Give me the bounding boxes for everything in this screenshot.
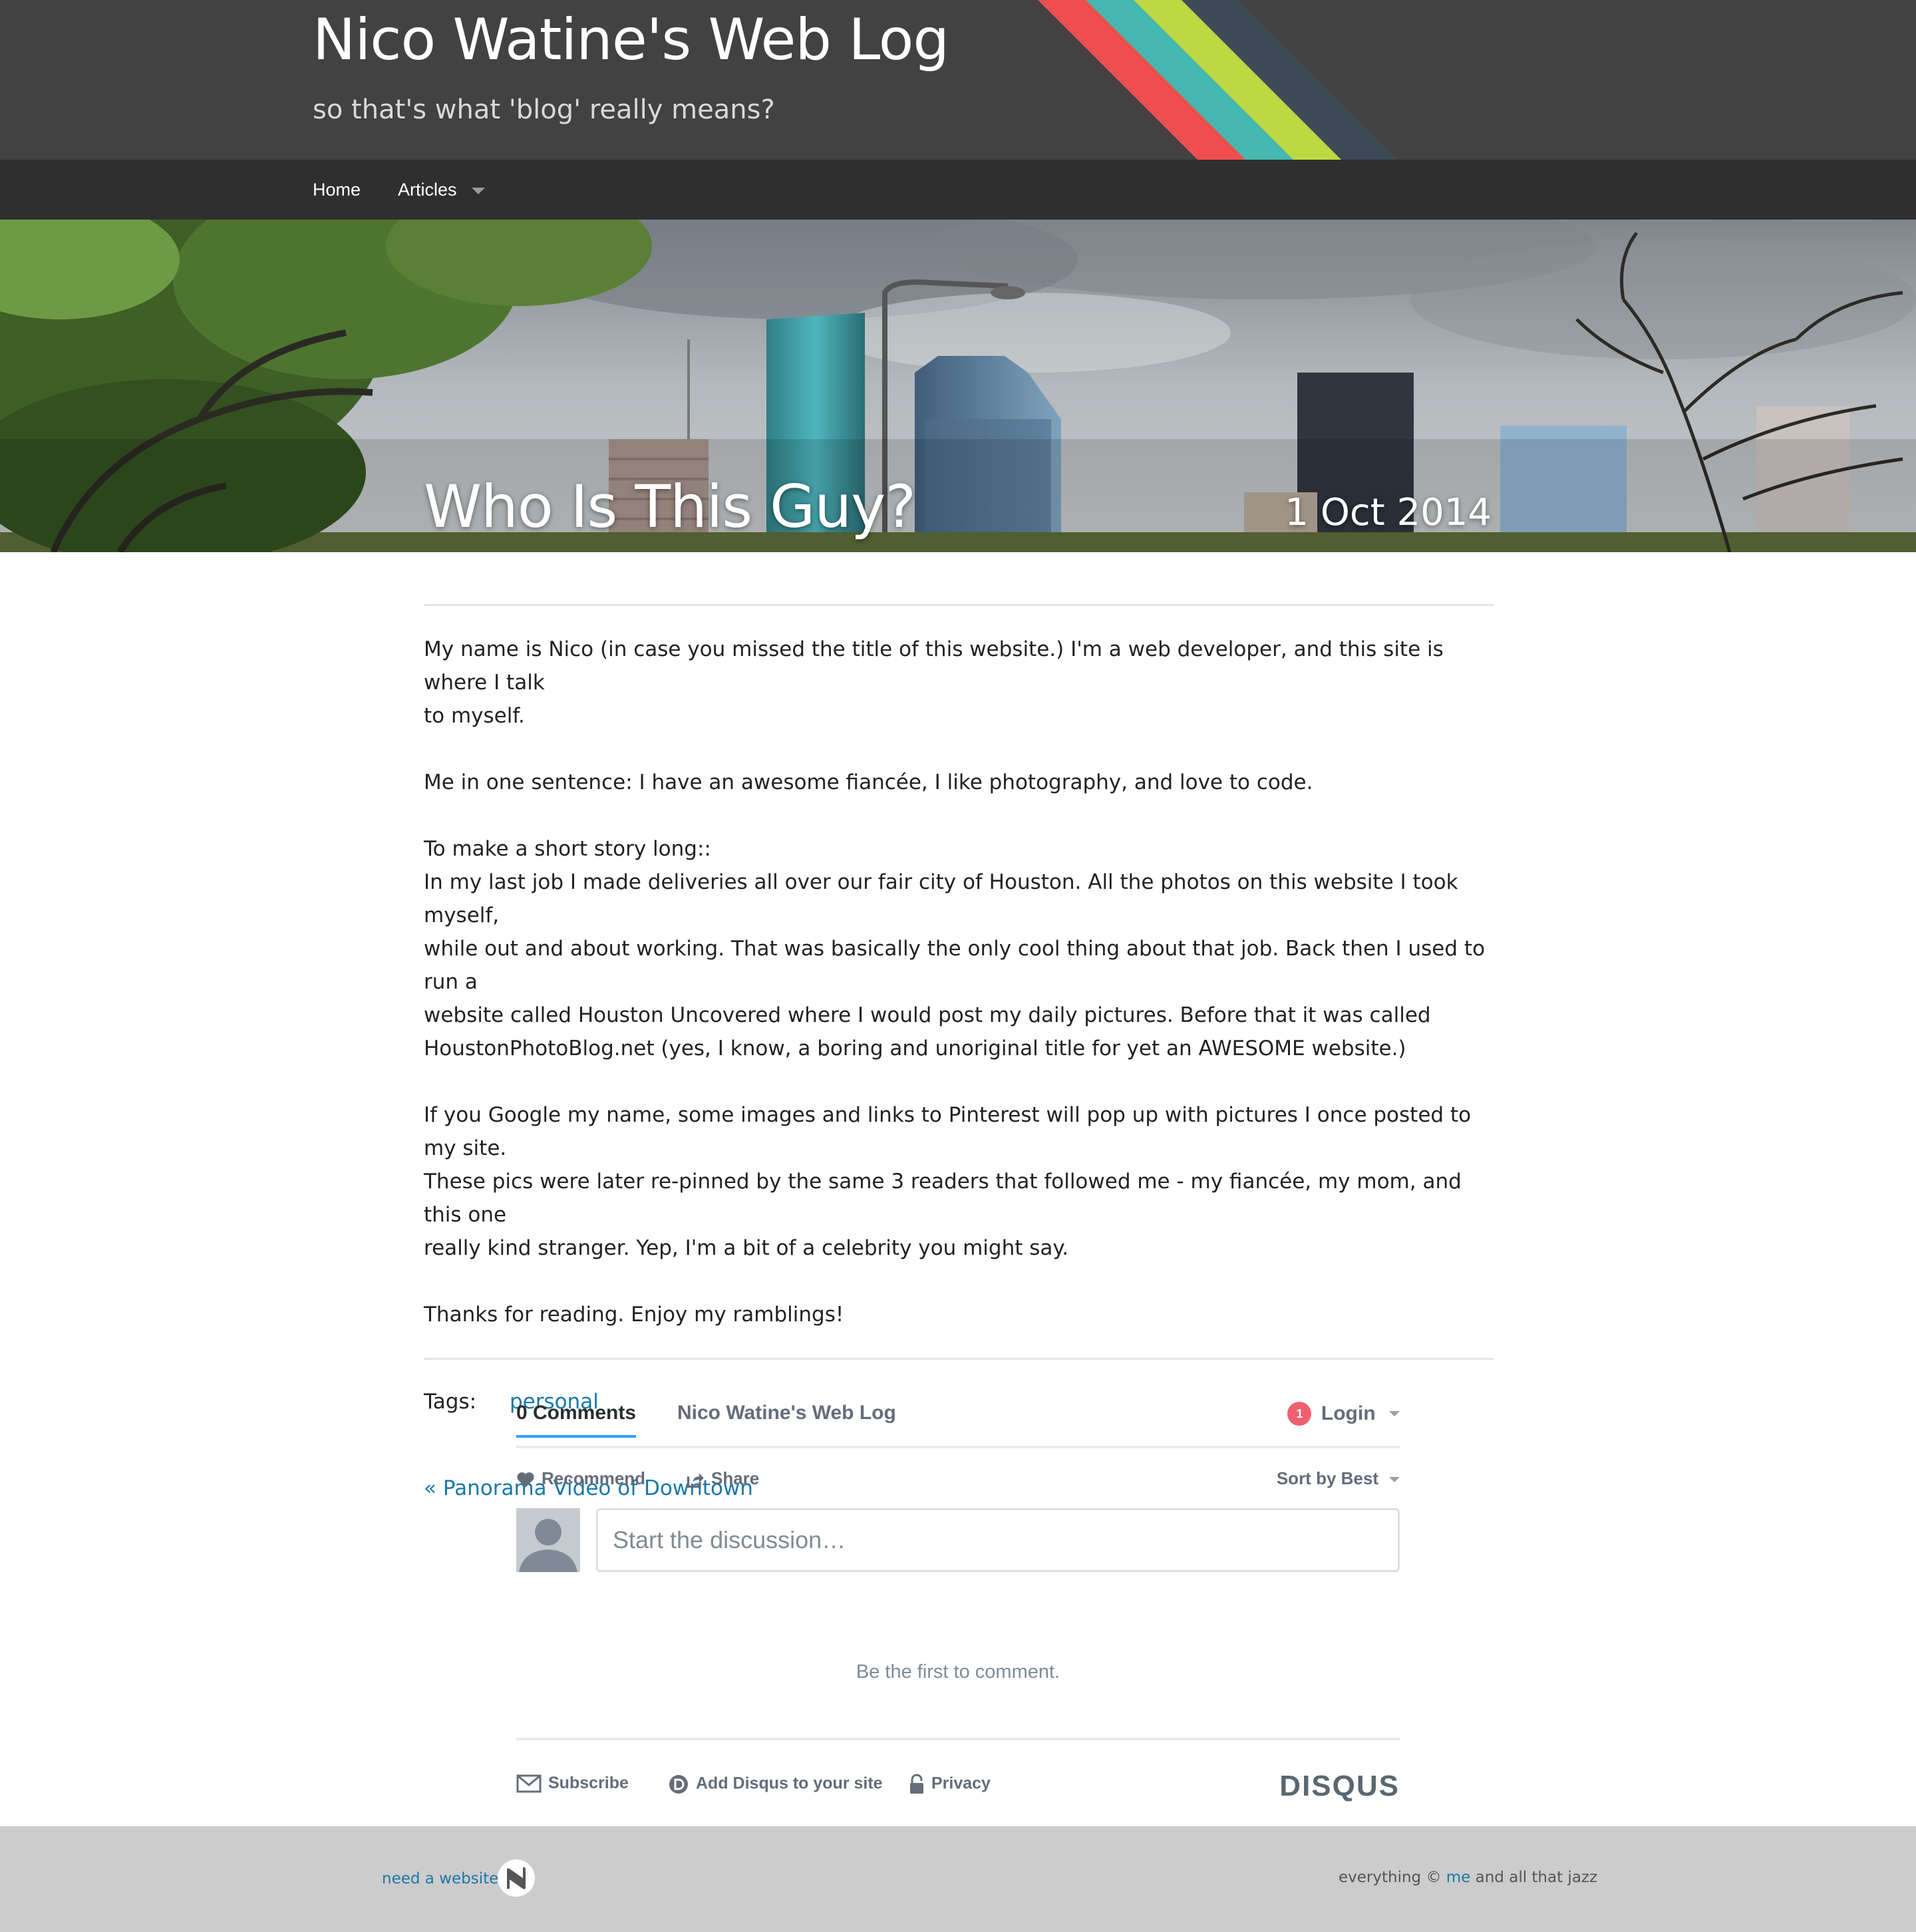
user-silhouette-icon [516, 1508, 580, 1572]
disqus-footer: Subscribe Add Disqus to your site Privac… [516, 1738, 1400, 1803]
nav-home-label: Home [313, 180, 361, 200]
comment-composer [516, 1508, 1400, 1573]
nav-home-link[interactable]: Home [313, 160, 361, 220]
login-label: Login [1321, 1402, 1376, 1424]
paragraph-line: Me in one sentence: I have an awesome fi… [424, 770, 1313, 794]
caret-down-icon [471, 187, 485, 194]
lock-icon [910, 1774, 923, 1794]
avatar [516, 1508, 580, 1572]
login-dropdown[interactable]: 1 Login [1287, 1402, 1400, 1426]
privacy-link[interactable]: Privacy [909, 1774, 991, 1795]
need-website-link[interactable]: need a website? [382, 1870, 507, 1887]
site-header: Nico Watine's Web Log so that's what 'bl… [0, 0, 1916, 160]
disqus-logo[interactable]: DISQUS [1279, 1770, 1400, 1803]
envelope-icon [516, 1774, 542, 1793]
post-hero: Who Is This Guy? 1 Oct 2014 [0, 220, 1916, 552]
paragraph: Me in one sentence: I have an awesome fi… [424, 766, 1494, 799]
paragraph-line: In my last job I made deliveries all ove… [424, 870, 1458, 927]
copyright-text: everything © me and all that jazz [1339, 1869, 1597, 1886]
disqus-comments: 0 Comments Nico Watine's Web Log 1 Login… [516, 1394, 1400, 1803]
paragraph-line: My name is Nico (in case you missed the … [424, 637, 1444, 695]
nav-articles-label: Articles [398, 180, 457, 200]
tab-community[interactable]: Nico Watine's Web Log [677, 1402, 896, 1424]
sort-dropdown[interactable]: Sort by Best [1277, 1468, 1400, 1489]
copyright-me-link[interactable]: me [1446, 1869, 1471, 1886]
caret-down-icon [1389, 1411, 1400, 1416]
privacy-label: Privacy [931, 1774, 991, 1793]
paragraph-line: to myself. [424, 704, 525, 728]
share-icon [687, 1473, 704, 1488]
recommend-label: Recommend [542, 1468, 646, 1488]
comments-actions: Recommend Share Sort by Best [516, 1448, 1400, 1504]
tags-label: Tags: [424, 1390, 477, 1414]
copyright-suffix: and all that jazz [1470, 1869, 1598, 1886]
site-tagline: so that's what 'blog' really means? [313, 94, 775, 125]
site-title[interactable]: Nico Watine's Web Log [313, 7, 949, 73]
paragraph-line: website called Houston Uncovered where I… [424, 1003, 1431, 1027]
houston-skyline-photo [0, 220, 1916, 552]
copyright-prefix: everything © [1339, 1869, 1446, 1886]
nav-articles-dropdown[interactable]: Articles [398, 160, 485, 220]
paragraph-line: really kind stranger. Yep, I'm a bit of … [424, 1236, 1069, 1260]
paragraph: To make a short story long:: In my last … [424, 832, 1494, 1065]
paragraph: My name is Nico (in case you missed the … [424, 633, 1494, 732]
caret-down-icon [1389, 1477, 1400, 1483]
divider [424, 1358, 1494, 1360]
empty-comments-message: Be the first to comment. [856, 1661, 1060, 1683]
subscribe-label: Subscribe [548, 1774, 629, 1792]
add-disqus-label: Add Disqus to your site [696, 1774, 883, 1793]
article-body: My name is Nico (in case you missed the … [424, 606, 1494, 1331]
post-title: Who Is This Guy? [424, 472, 916, 541]
header-stripes-decoration [1038, 0, 1397, 160]
tab-comments[interactable]: 0 Comments [516, 1402, 637, 1438]
page-footer: need a website? everything © me and all … [0, 1826, 1916, 1932]
disqus-d-icon [669, 1775, 688, 1794]
heart-icon [517, 1472, 534, 1488]
designer-logo-icon[interactable] [496, 1858, 536, 1898]
paragraph-line: If you Google my name, some images and l… [424, 1103, 1472, 1160]
add-disqus-link[interactable]: Add Disqus to your site [668, 1774, 883, 1795]
paragraph: If you Google my name, some images and l… [424, 1098, 1494, 1265]
paragraph: Thanks for reading. Enjoy my ramblings! [424, 1298, 1494, 1331]
comments-tab-bar: 0 Comments Nico Watine's Web Log 1 Login [516, 1394, 1400, 1448]
sort-label: Sort by Best [1276, 1468, 1378, 1488]
notification-badge: 1 [1287, 1402, 1312, 1426]
paragraph-line: These pics were later re-pinned by the s… [424, 1170, 1462, 1227]
paragraph-line: To make a short story long:: [424, 837, 711, 861]
post-date: 1 Oct 2014 [1285, 491, 1492, 534]
comment-input[interactable] [596, 1508, 1400, 1572]
main-nav: Home Articles [0, 160, 1916, 220]
paragraph-line: HoustonPhotoBlog.net (yes, I know, a bor… [424, 1037, 1406, 1060]
recommend-button[interactable]: Recommend [516, 1468, 645, 1489]
paragraph-line: Thanks for reading. Enjoy my ramblings! [424, 1303, 844, 1327]
share-label: Share [711, 1468, 760, 1488]
article: My name is Nico (in case you missed the … [424, 604, 1494, 1505]
share-button[interactable]: Share [686, 1468, 759, 1489]
paragraph-line: while out and about working. That was ba… [424, 937, 1486, 994]
subscribe-link[interactable]: Subscribe [516, 1774, 629, 1793]
